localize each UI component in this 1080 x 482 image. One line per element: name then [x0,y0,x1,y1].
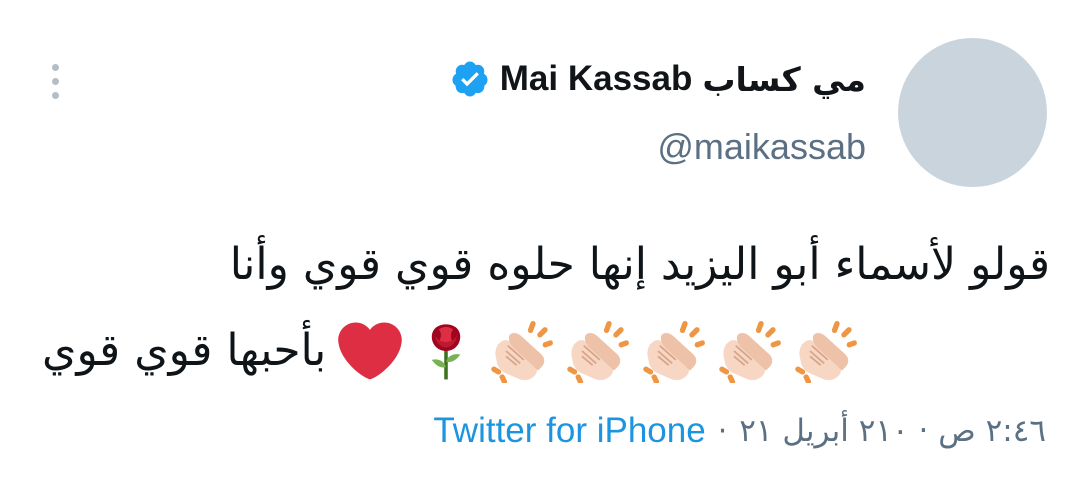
author-name-latin[interactable]: Mai Kassab [500,59,693,99]
avatar[interactable] [898,38,1047,187]
clapping-hands-emoji-icon [718,319,782,383]
clapping-hands-emoji-icon [566,319,630,383]
meta-separator: · [717,413,728,449]
tweet-card: Mai Kassab مي كساب @maikassab قولو لأسما… [0,0,1080,482]
tweet-text-line-2-text: بأحبها قوي قوي [42,325,327,376]
tweet-text: قولو لأسماء أبو اليزيد إنها حلوه قوي قوي… [30,222,1050,394]
clapping-hands-emoji-icon [490,319,554,383]
tweet-meta-row: Twitter for iPhone · ٢:٤٦ ص · ٢١٠ أبريل … [433,406,1046,456]
vertical-dots-icon [52,64,59,71]
timestamp[interactable]: ٢:٤٦ ص · ٢١٠ أبريل ٢١ [739,413,1046,449]
source-link[interactable]: Twitter for iPhone [433,411,705,451]
red-heart-emoji-icon [338,319,402,383]
clapping-hands-emoji-icon [794,319,858,383]
tweet-text-line-2: بأحبها قوي قوي [30,308,1050,394]
tweet-text-line-1: قولو لأسماء أبو اليزيد إنها حلوه قوي قوي… [229,239,1050,290]
author-handle[interactable]: @maikassab [657,126,866,168]
author-name-row[interactable]: Mai Kassab مي كساب [450,52,866,106]
rose-emoji-icon [414,319,478,383]
more-options-button[interactable] [38,62,74,100]
author-name-arabic[interactable]: مي كساب [702,60,866,99]
clapping-hands-emoji-icon [642,319,706,383]
verified-badge-icon [452,61,488,97]
